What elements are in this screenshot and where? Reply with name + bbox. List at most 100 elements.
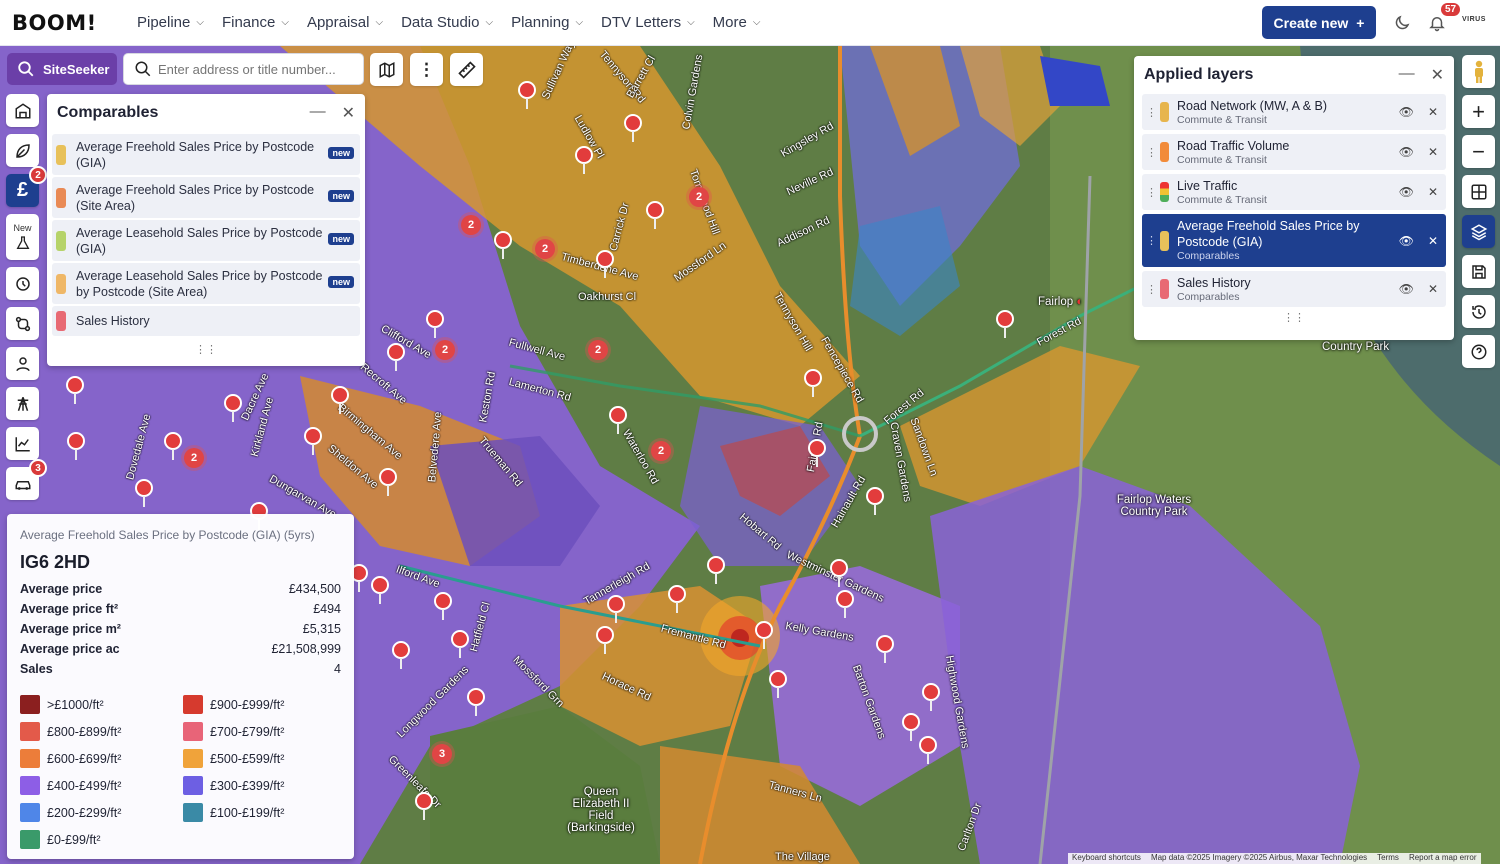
- land-button[interactable]: [6, 134, 39, 167]
- dark-mode-moon-icon[interactable]: [1390, 11, 1414, 35]
- address-search-input[interactable]: [158, 61, 358, 77]
- sale-pin[interactable]: [919, 736, 937, 764]
- minimize-icon[interactable]: —: [310, 103, 326, 123]
- close-icon[interactable]: ✕: [1428, 282, 1438, 296]
- grid-view-button[interactable]: [1462, 175, 1495, 208]
- sale-pin[interactable]: [769, 670, 787, 698]
- siteseeker-button[interactable]: SiteSeeker: [7, 53, 117, 85]
- eye-icon[interactable]: 👁: [1399, 105, 1414, 119]
- sale-pin[interactable]: [609, 406, 627, 434]
- close-icon[interactable]: ✕: [1428, 234, 1438, 248]
- sale-pin[interactable]: [996, 310, 1014, 338]
- close-icon[interactable]: ✕: [1431, 65, 1444, 85]
- drag-handle-icon[interactable]: ⋮⋮: [1146, 234, 1168, 247]
- save-button[interactable]: [1462, 255, 1495, 288]
- minimize-icon[interactable]: —: [1399, 65, 1415, 85]
- sale-pin[interactable]: [668, 585, 686, 613]
- eye-icon[interactable]: 👁: [1399, 234, 1414, 248]
- comparables-button[interactable]: £ 2: [6, 166, 47, 207]
- lab-button[interactable]: New: [6, 214, 39, 260]
- sale-pin[interactable]: [830, 559, 848, 587]
- pin-cluster[interactable]: 2: [535, 239, 555, 259]
- close-icon[interactable]: ✕: [1428, 145, 1438, 159]
- sale-pin[interactable]: [66, 376, 84, 404]
- sale-pin[interactable]: [755, 621, 773, 649]
- sale-pin[interactable]: [67, 432, 85, 460]
- resize-grip-icon[interactable]: ⋮⋮: [1134, 311, 1454, 324]
- sale-pin[interactable]: [596, 626, 614, 654]
- sale-pin[interactable]: [451, 630, 469, 658]
- sale-pin[interactable]: [607, 595, 625, 623]
- nav-more[interactable]: More ⌵: [704, 0, 770, 46]
- close-icon[interactable]: ✕: [342, 103, 355, 123]
- sale-pin[interactable]: [387, 343, 405, 371]
- nav-dtv-letters[interactable]: DTV Letters ⌵: [592, 0, 704, 46]
- app-logo[interactable]: BOOM!: [12, 11, 112, 35]
- street-view-button[interactable]: [1462, 55, 1495, 88]
- utilities-button[interactable]: [6, 387, 39, 420]
- drag-handle-icon[interactable]: ⋮⋮: [1146, 106, 1168, 119]
- sale-pin[interactable]: [707, 556, 725, 584]
- drag-handle-icon[interactable]: ⋮⋮: [1146, 186, 1168, 199]
- sale-pin[interactable]: [434, 592, 452, 620]
- applied-layer-item[interactable]: ⋮⋮ Road Network (MW, A & B) Commute & Tr…: [1142, 94, 1446, 130]
- energy-button[interactable]: [6, 267, 39, 300]
- pin-cluster[interactable]: 2: [689, 187, 709, 207]
- sale-pin[interactable]: [304, 427, 322, 455]
- sale-pin[interactable]: [331, 386, 349, 414]
- pin-cluster[interactable]: 2: [435, 340, 455, 360]
- pin-cluster[interactable]: 2: [461, 215, 481, 235]
- eye-icon[interactable]: 👁: [1399, 145, 1414, 159]
- close-icon[interactable]: ✕: [1428, 185, 1438, 199]
- sale-pin[interactable]: [575, 146, 593, 174]
- nav-appraisal[interactable]: Appraisal ⌵: [298, 0, 392, 46]
- pin-cluster[interactable]: 2: [651, 441, 671, 461]
- routes-button[interactable]: [6, 307, 39, 340]
- comparable-layer-item[interactable]: Average Leasehold Sales Price by Postcod…: [52, 263, 360, 304]
- sale-pin[interactable]: [866, 487, 884, 515]
- company-logo[interactable]: VIRUS: [1462, 16, 1486, 23]
- close-icon[interactable]: ✕: [1428, 105, 1438, 119]
- pin-cluster[interactable]: 3: [432, 744, 452, 764]
- resize-grip-icon[interactable]: ⋮⋮: [47, 343, 365, 356]
- sale-pin[interactable]: [518, 81, 536, 109]
- sale-pin[interactable]: [804, 369, 822, 397]
- drag-handle-icon[interactable]: ⋮⋮: [1146, 283, 1168, 296]
- poi-fairlop-station[interactable]: Fairlop ◐: [1038, 296, 1083, 308]
- sale-pin[interactable]: [808, 439, 826, 467]
- pin-cluster[interactable]: 2: [588, 340, 608, 360]
- create-new-button[interactable]: Create new +: [1262, 6, 1376, 39]
- sale-pin[interactable]: [415, 792, 433, 820]
- sale-pin[interactable]: [646, 201, 664, 229]
- keyboard-shortcuts-link[interactable]: Keyboard shortcuts: [1072, 853, 1141, 864]
- sale-pin[interactable]: [392, 641, 410, 669]
- applied-layer-item[interactable]: ⋮⋮ Live Traffic Commute & Transit 👁 ✕: [1142, 174, 1446, 210]
- sale-pin[interactable]: [902, 713, 920, 741]
- nav-finance[interactable]: Finance ⌵: [213, 0, 298, 46]
- address-search-box[interactable]: [123, 53, 364, 85]
- zoom-in-button[interactable]: +: [1462, 95, 1495, 128]
- sale-pin[interactable]: [224, 394, 242, 422]
- report-map-error-link[interactable]: Report a map error: [1409, 853, 1477, 864]
- applied-layer-item[interactable]: ⋮⋮ Road Traffic Volume Commute & Transit…: [1142, 134, 1446, 170]
- sale-pin[interactable]: [371, 576, 389, 604]
- zoom-out-button[interactable]: −: [1462, 135, 1495, 168]
- sale-pin[interactable]: [426, 310, 444, 338]
- property-button[interactable]: [6, 94, 39, 127]
- poi-queen-elizabeth-field[interactable]: Queen Elizabeth II Field (Barkingside): [566, 786, 636, 834]
- terms-link[interactable]: Terms: [1377, 853, 1399, 864]
- sale-pin[interactable]: [876, 635, 894, 663]
- nav-pipeline[interactable]: Pipeline ⌵: [128, 0, 213, 46]
- sale-pin[interactable]: [624, 114, 642, 142]
- comparable-layer-item[interactable]: Average Freehold Sales Price by Postcode…: [52, 177, 360, 218]
- measure-button[interactable]: [450, 53, 483, 86]
- sale-pin[interactable]: [379, 468, 397, 496]
- analytics-button[interactable]: [6, 427, 39, 460]
- comparable-layer-item[interactable]: Average Leasehold Sales Price by Postcod…: [52, 220, 360, 261]
- comparable-layer-item[interactable]: Average Freehold Sales Price by Postcode…: [52, 134, 360, 175]
- poi-fairlop-waters[interactable]: Fairlop Waters Country Park: [1110, 494, 1198, 518]
- nav-planning[interactable]: Planning ⌵: [502, 0, 592, 46]
- eye-icon[interactable]: 👁: [1399, 185, 1414, 199]
- eye-icon[interactable]: 👁: [1399, 282, 1414, 296]
- sale-pin[interactable]: [596, 250, 614, 278]
